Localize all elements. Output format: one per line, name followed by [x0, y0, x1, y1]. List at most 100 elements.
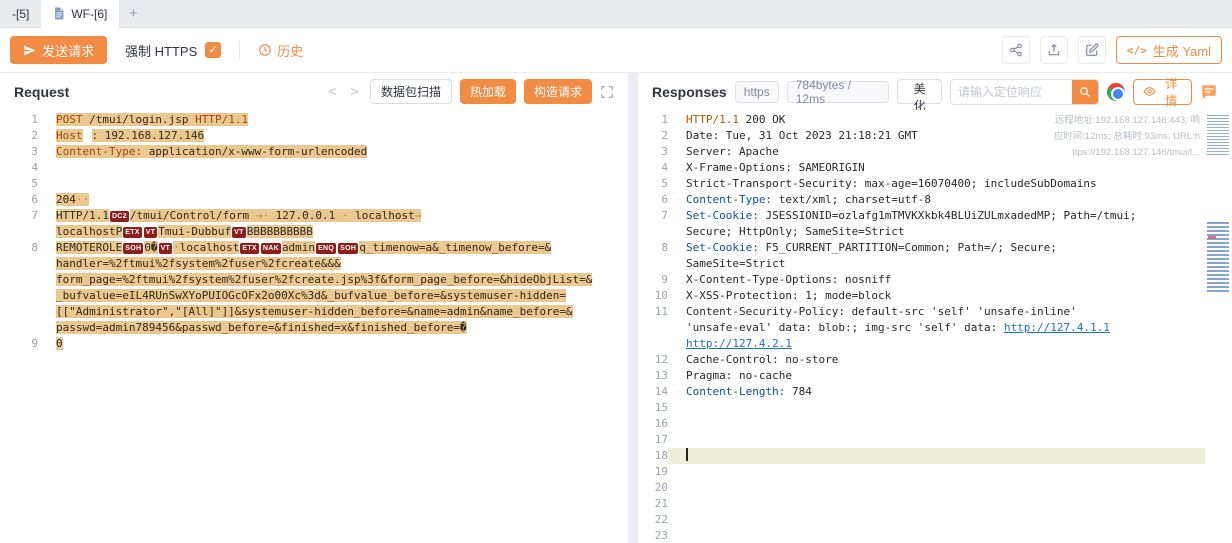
code-text[interactable]	[668, 528, 1232, 543]
editor-row[interactable]: 14Content-Length: 784	[638, 384, 1232, 400]
force-https-toggle[interactable]: 强制 HTTPS ✓	[125, 41, 221, 60]
editor-row[interactable]: 22	[638, 512, 1232, 528]
editor-row[interactable]: 18	[638, 448, 1232, 464]
code-text[interactable]	[38, 160, 628, 176]
next-request-arrow[interactable]: >	[348, 84, 362, 100]
code-text[interactable]: 'unsafe-eval' data: blob:; img-src 'self…	[668, 320, 1232, 336]
editor-row[interactable]: 1HTTP/1.1 200 OK远程地址:192.168.127.146:443…	[638, 112, 1232, 128]
code-text[interactable]: Cache-Control: no-store	[668, 352, 1232, 368]
editor-row[interactable]: 17	[638, 432, 1232, 448]
code-text[interactable]: Content-Security-Policy: default-src 'se…	[668, 304, 1232, 320]
code-text[interactable]	[668, 432, 1232, 448]
editor-row[interactable]: 3Content-Type: application/x-www-form-ur…	[0, 144, 628, 160]
history-button[interactable]: 历史	[258, 41, 303, 60]
tab-webfuzzer[interactable]: WF-[6]	[41, 0, 120, 28]
code-text[interactable]	[38, 176, 628, 192]
new-tab-button[interactable]: +	[120, 0, 146, 28]
send-request-button[interactable]: 发送请求	[10, 36, 107, 64]
detail-button[interactable]: 详情	[1133, 79, 1193, 105]
tab-prev[interactable]: -[5]	[0, 0, 41, 28]
response-editor[interactable]: 1HTTP/1.1 200 OK远程地址:192.168.127.146:443…	[638, 110, 1232, 543]
editor-row[interactable]: 7HTTP/1.1DC2/tmui/Control/form →· 127.0.…	[0, 208, 628, 224]
code-text[interactable]: passwd=admin789456&passwd_before=&finish…	[38, 320, 628, 336]
code-text[interactable]	[668, 416, 1232, 432]
editor-row[interactable]: 15	[638, 400, 1232, 416]
code-text[interactable]: SameSite=Strict	[668, 256, 1232, 272]
editor-row[interactable]: 6204··	[0, 192, 628, 208]
search-button[interactable]	[1072, 80, 1098, 104]
export-button[interactable]	[1040, 36, 1068, 64]
code-text[interactable]: Secure; HttpOnly; SameSite=Strict	[668, 224, 1232, 240]
code-text[interactable]: handler=%2ftmui%2fsystem%2fuser%2fcreate…	[38, 256, 628, 272]
code-text[interactable]	[668, 480, 1232, 496]
beautify-button[interactable]: 美化	[897, 79, 942, 104]
code-text[interactable]: form_page=%2ftmui%2fsystem%2fuser%2fcrea…	[38, 272, 628, 288]
editor-row[interactable]: localhostPETXVTTmui-DubbufVTBBBBBBBBBB	[0, 224, 628, 240]
construct-request-button[interactable]: 构造请求	[524, 79, 592, 104]
code-text[interactable]: POST /tmui/login.jsp HTTP/1.1	[38, 112, 628, 128]
code-text[interactable]: Content-Length: 784	[668, 384, 1232, 400]
editor-row[interactable]: 90	[0, 336, 628, 352]
editor-row[interactable]: 2Host: 192.168.127.146	[0, 128, 628, 144]
code-text[interactable]	[668, 400, 1232, 416]
editor-row[interactable]: 7Set-Cookie: JSESSIONID=ozlafg1mTMVKXkbk…	[638, 208, 1232, 224]
generate-yaml-button[interactable]: </> 生成 Yaml	[1116, 36, 1222, 64]
comment-icon[interactable]	[1200, 83, 1218, 101]
code-text[interactable]	[668, 496, 1232, 512]
code-text[interactable]: X-Content-Type-Options: nosniff	[668, 272, 1232, 288]
editor-row[interactable]: 9X-Content-Type-Options: nosniff	[638, 272, 1232, 288]
editor-row[interactable]: 21	[638, 496, 1232, 512]
editor-row[interactable]: 12Cache-Control: no-store	[638, 352, 1232, 368]
code-text[interactable]: HTTP/1.1DC2/tmui/Control/form →· 127.0.0…	[38, 208, 628, 224]
code-text[interactable]: Content-Type: text/xml; charset=utf-8	[668, 192, 1232, 208]
editor-row[interactable]: http://127.4.2.1	[638, 336, 1232, 352]
editor-row[interactable]: 19	[638, 464, 1232, 480]
editor-row[interactable]: 23	[638, 528, 1232, 543]
code-text[interactable]: X-Frame-Options: SAMEORIGIN	[668, 160, 1232, 176]
editor-row[interactable]: 1POST /tmui/login.jsp HTTP/1.1	[0, 112, 628, 128]
editor-row[interactable]: 4X-Frame-Options: SAMEORIGIN	[638, 160, 1232, 176]
editor-row[interactable]: 10X-XSS-Protection: 1; mode=block	[638, 288, 1232, 304]
code-text[interactable]: X-XSS-Protection: 1; mode=block	[668, 288, 1232, 304]
code-text[interactable]	[668, 512, 1232, 528]
code-text[interactable]: Set-Cookie: F5_CURRENT_PARTITION=Common;…	[668, 240, 1232, 256]
panel-splitter[interactable]	[628, 73, 638, 543]
prev-request-arrow[interactable]: <	[325, 84, 339, 100]
editor-row[interactable]: 20	[638, 480, 1232, 496]
code-text[interactable]: 204··	[38, 192, 628, 208]
editor-row[interactable]: 8REMOTEROLESOH0�VT·localhostETXNAKadminE…	[0, 240, 628, 256]
code-text[interactable]: REMOTEROLESOH0�VT·localhostETXNAKadminEN…	[38, 240, 628, 256]
code-text[interactable]: localhostPETXVTTmui-DubbufVTBBBBBBBBBB	[38, 224, 628, 240]
editor-row[interactable]: 3Server: Apachettps://192.168.127.146/tm…	[638, 144, 1232, 160]
share-button[interactable]	[1002, 36, 1030, 64]
editor-row[interactable]: handler=%2ftmui%2fsystem%2fuser%2fcreate…	[0, 256, 628, 272]
editor-row[interactable]: 6Content-Type: text/xml; charset=utf-8	[638, 192, 1232, 208]
fullscreen-icon[interactable]	[600, 85, 614, 99]
editor-row[interactable]: 5Strict-Transport-Security: max-age=1607…	[638, 176, 1232, 192]
search-input[interactable]	[951, 80, 1072, 104]
code-text[interactable]: Strict-Transport-Security: max-age=16070…	[668, 176, 1232, 192]
code-text[interactable]: [["Administrator","[All]"]]&systemuser-h…	[38, 304, 628, 320]
code-text[interactable]: Pragma: no-cache	[668, 368, 1232, 384]
editor-row[interactable]: 11Content-Security-Policy: default-src '…	[638, 304, 1232, 320]
edit-button[interactable]	[1078, 36, 1106, 64]
minimap[interactable]	[1205, 110, 1232, 543]
code-text[interactable]: Host: 192.168.127.146	[38, 128, 628, 144]
editor-row[interactable]: passwd=admin789456&passwd_before=&finish…	[0, 320, 628, 336]
editor-row[interactable]: form_page=%2ftmui%2fsystem%2fuser%2fcrea…	[0, 272, 628, 288]
editor-row[interactable]: 8Set-Cookie: F5_CURRENT_PARTITION=Common…	[638, 240, 1232, 256]
code-text[interactable]: _bufvalue=eIL4RUnSwXYoPUIOGcOFx2o00Xc%3d…	[38, 288, 628, 304]
code-text[interactable]: Content-Type: application/x-www-form-url…	[38, 144, 628, 160]
editor-row[interactable]: 13Pragma: no-cache	[638, 368, 1232, 384]
code-text[interactable]	[668, 464, 1232, 480]
editor-row[interactable]: 2Date: Tue, 31 Oct 2023 21:18:21 GMT应时间:…	[638, 128, 1232, 144]
editor-row[interactable]: 4	[0, 160, 628, 176]
force-https-checkbox[interactable]: ✓	[205, 42, 221, 58]
code-text[interactable]: http://127.4.2.1	[668, 336, 1232, 352]
editor-row[interactable]: 'unsafe-eval' data: blob:; img-src 'self…	[638, 320, 1232, 336]
editor-row[interactable]: [["Administrator","[All]"]]&systemuser-h…	[0, 304, 628, 320]
editor-row[interactable]: SameSite=Strict	[638, 256, 1232, 272]
code-text[interactable]	[668, 448, 1232, 464]
editor-row[interactable]: _bufvalue=eIL4RUnSwXYoPUIOGcOFx2o00Xc%3d…	[0, 288, 628, 304]
request-editor[interactable]: 1POST /tmui/login.jsp HTTP/1.12Host: 192…	[0, 110, 628, 543]
